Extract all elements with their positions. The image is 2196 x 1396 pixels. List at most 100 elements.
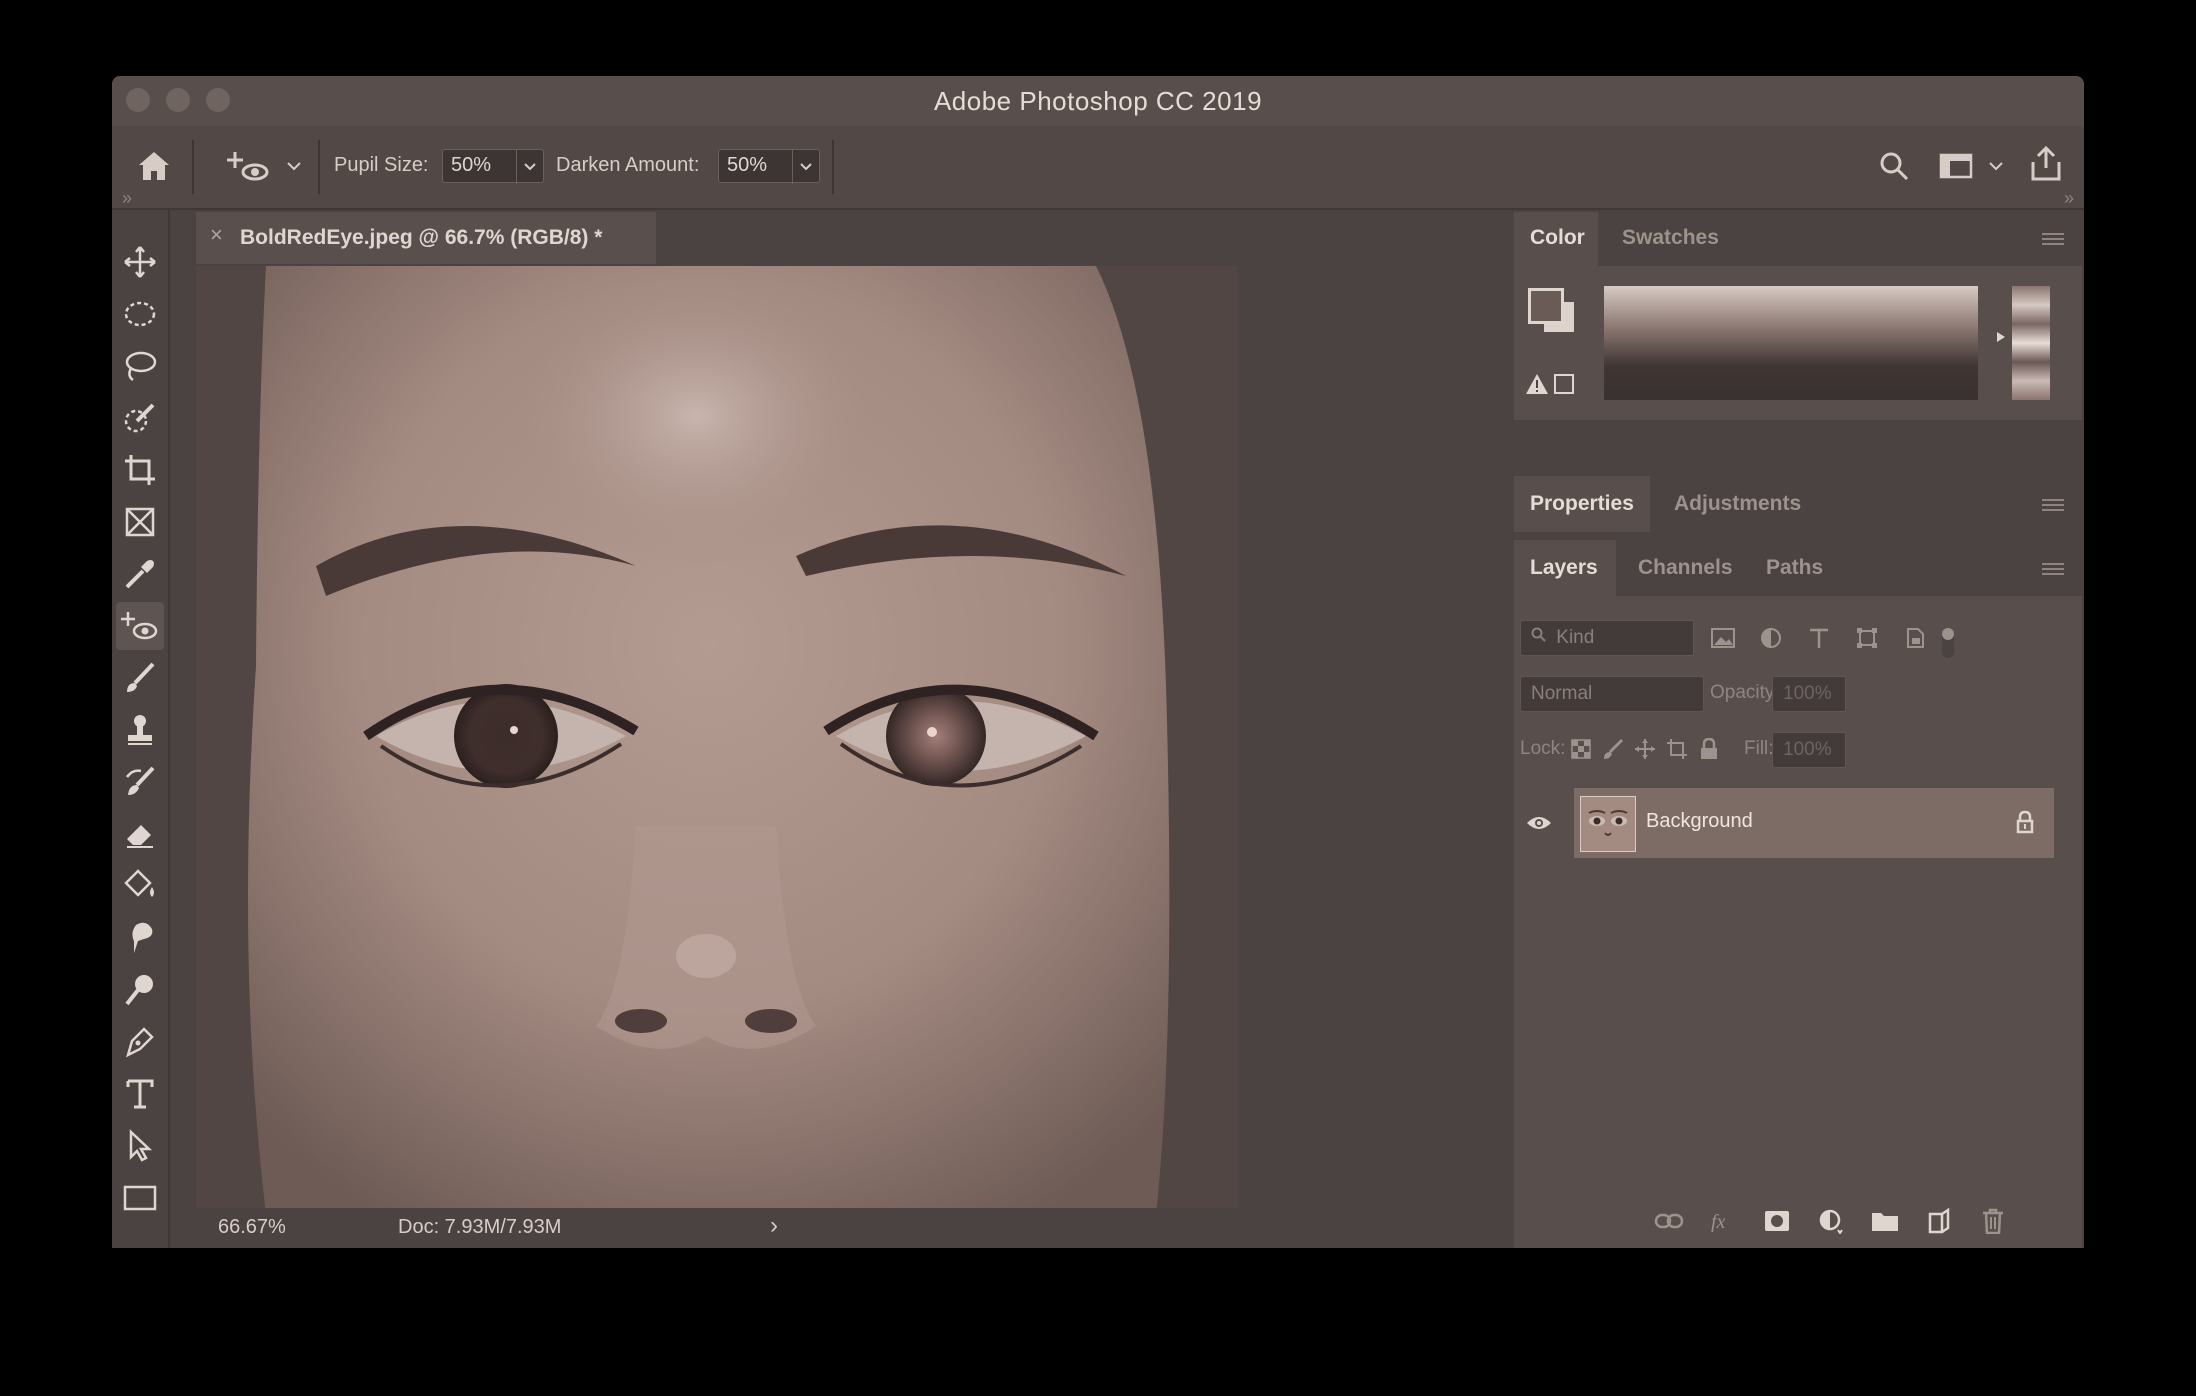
panel-menu-icon[interactable] <box>2042 496 2064 514</box>
chevron-down-icon[interactable] <box>1986 156 2006 176</box>
options-bar: Pupil Size: 50% Darken Amount: 50% <box>112 126 2084 210</box>
path-selection-tool-icon[interactable] <box>116 1122 164 1170</box>
tab-properties-label: Properties <box>1530 492 1634 515</box>
rectangle-tool-icon[interactable] <box>116 1174 164 1222</box>
pupil-size-label: Pupil Size: <box>334 154 429 176</box>
tab-adjustments[interactable]: Adjustments <box>1674 492 1801 516</box>
crop-tool-icon[interactable] <box>116 446 164 494</box>
opacity-field[interactable]: 100% <box>1772 676 1846 712</box>
pupil-size-value: 50% <box>451 154 492 176</box>
photo-canvas <box>196 266 1598 1214</box>
filter-kind-label: Kind <box>1556 627 1595 649</box>
layer-filter-kind[interactable]: Kind <box>1520 620 1694 656</box>
new-layer-icon[interactable] <box>1922 1206 1956 1236</box>
hue-slider[interactable] <box>2012 286 2050 400</box>
red-eye-tool-preset-icon[interactable] <box>224 146 272 186</box>
dodge-tool-icon[interactable] <box>116 966 164 1014</box>
zoom-level[interactable]: 66.67% <box>218 1216 286 1239</box>
tab-paths[interactable]: Paths <box>1766 556 1823 580</box>
type-filter-icon[interactable] <box>1804 624 1834 652</box>
filter-toggle[interactable] <box>1942 628 1954 658</box>
slider-arrow-icon[interactable] <box>1994 330 2008 344</box>
chevron-down-icon[interactable] <box>284 156 304 176</box>
properties-panel: Properties Adjustments <box>1514 476 2082 532</box>
title-bar: Adobe Photoshop CC 2019 <box>112 76 2084 126</box>
brush-tool-icon[interactable] <box>116 654 164 702</box>
home-icon[interactable] <box>134 146 174 186</box>
share-icon[interactable] <box>2026 144 2066 184</box>
tab-layers-label: Layers <box>1530 556 1598 579</box>
eraser-tool-icon[interactable] <box>116 810 164 858</box>
collapse-right-toggle[interactable]: » <box>2064 188 2074 209</box>
blend-mode-value: Normal <box>1531 683 1593 704</box>
smudge-tool-icon[interactable] <box>116 914 164 962</box>
smart-object-filter-icon[interactable] <box>1900 624 1930 652</box>
tab-channels[interactable]: Channels <box>1638 556 1733 580</box>
tab-swatches[interactable]: Swatches <box>1622 226 1719 250</box>
opacity-value: 100% <box>1783 683 1832 704</box>
new-adjustment-layer-icon[interactable] <box>1814 1206 1848 1236</box>
image-filter-icon[interactable] <box>1708 624 1738 652</box>
window-title: Adobe Photoshop CC 2019 <box>933 86 1263 116</box>
status-menu-arrow[interactable]: › <box>770 1212 778 1240</box>
add-mask-icon[interactable] <box>1760 1206 1794 1236</box>
chevron-down-icon[interactable] <box>516 150 543 184</box>
workspace-icon[interactable] <box>1936 150 1976 182</box>
blend-mode-select[interactable]: Normal <box>1520 676 1704 712</box>
lasso-tool-icon[interactable] <box>116 342 164 390</box>
fill-field[interactable]: 100% <box>1772 732 1846 768</box>
clone-stamp-tool-icon[interactable] <box>116 706 164 754</box>
close-tab-icon[interactable]: × <box>210 222 223 248</box>
layers-panel: Layers Channels Paths Kind Normal Opacit… <box>1514 540 2082 1248</box>
collapse-left-toggle[interactable]: » <box>122 188 132 209</box>
lock-artboard-icon[interactable] <box>1664 736 1690 762</box>
shape-filter-icon[interactable] <box>1852 624 1882 652</box>
adjustment-filter-icon[interactable] <box>1756 624 1786 652</box>
photoshop-window: Adobe Photoshop CC 2019 Pupil Size: 50% … <box>112 76 2084 1248</box>
panel-menu-icon[interactable] <box>2042 230 2064 248</box>
lock-icon <box>2012 808 2038 836</box>
color-panel: Color Swatches <box>1514 212 2082 420</box>
lock-pixels-icon[interactable] <box>1600 736 1626 762</box>
foreground-color-swatch[interactable] <box>1528 288 1564 324</box>
fill-label: Fill: <box>1744 738 1774 759</box>
move-tool-icon[interactable] <box>116 238 164 286</box>
darken-amount-value: 50% <box>727 154 768 176</box>
trash-icon[interactable] <box>1976 1206 2010 1236</box>
color-field[interactable] <box>1604 286 1978 400</box>
eye-icon[interactable] <box>1524 808 1554 838</box>
document-tab[interactable]: × BoldRedEye.jpeg @ 66.7% (RGB/8) * <box>196 212 656 264</box>
doc-size-info[interactable]: Doc: 7.93M/7.93M <box>398 1216 561 1239</box>
eyedropper-tool-icon[interactable] <box>116 550 164 598</box>
marquee-tool-icon[interactable] <box>116 290 164 338</box>
new-group-folder-icon[interactable] <box>1868 1206 1902 1236</box>
quick-selection-tool-icon[interactable] <box>116 394 164 442</box>
paint-bucket-tool-icon[interactable] <box>116 862 164 910</box>
panel-menu-icon[interactable] <box>2042 560 2064 578</box>
svg-text:fx: fx <box>1711 1211 1726 1232</box>
chevron-down-icon[interactable] <box>792 150 819 184</box>
darken-amount-label: Darken Amount: <box>556 154 700 176</box>
lock-transparent-icon[interactable] <box>1568 736 1594 762</box>
lock-position-icon[interactable] <box>1632 736 1658 762</box>
status-bar: 66.67% Doc: 7.93M/7.93M › <box>196 1208 1598 1248</box>
history-brush-tool-icon[interactable] <box>116 758 164 806</box>
warning-icon <box>1524 372 1550 396</box>
fill-value: 100% <box>1783 739 1832 760</box>
pen-tool-icon[interactable] <box>116 1018 164 1066</box>
red-eye-tool-icon[interactable] <box>116 602 164 650</box>
search-icon[interactable] <box>1876 148 1912 184</box>
type-tool-icon[interactable] <box>116 1070 164 1118</box>
link-layers-icon[interactable] <box>1652 1206 1686 1236</box>
frame-tool-icon[interactable] <box>116 498 164 546</box>
layer-style-fx-icon[interactable]: fx <box>1706 1206 1740 1236</box>
canvas-area[interactable] <box>196 266 1598 1214</box>
lock-label: Lock: <box>1520 738 1566 759</box>
web-safe-swatch[interactable] <box>1554 374 1574 394</box>
layer-name: Background <box>1646 810 1753 832</box>
pupil-size-field[interactable]: 50% <box>442 149 544 184</box>
search-icon <box>1531 627 1547 649</box>
lock-all-icon[interactable] <box>1696 736 1722 762</box>
darken-amount-field[interactable]: 50% <box>718 149 820 184</box>
layer-row[interactable]: Background <box>1514 788 2082 858</box>
